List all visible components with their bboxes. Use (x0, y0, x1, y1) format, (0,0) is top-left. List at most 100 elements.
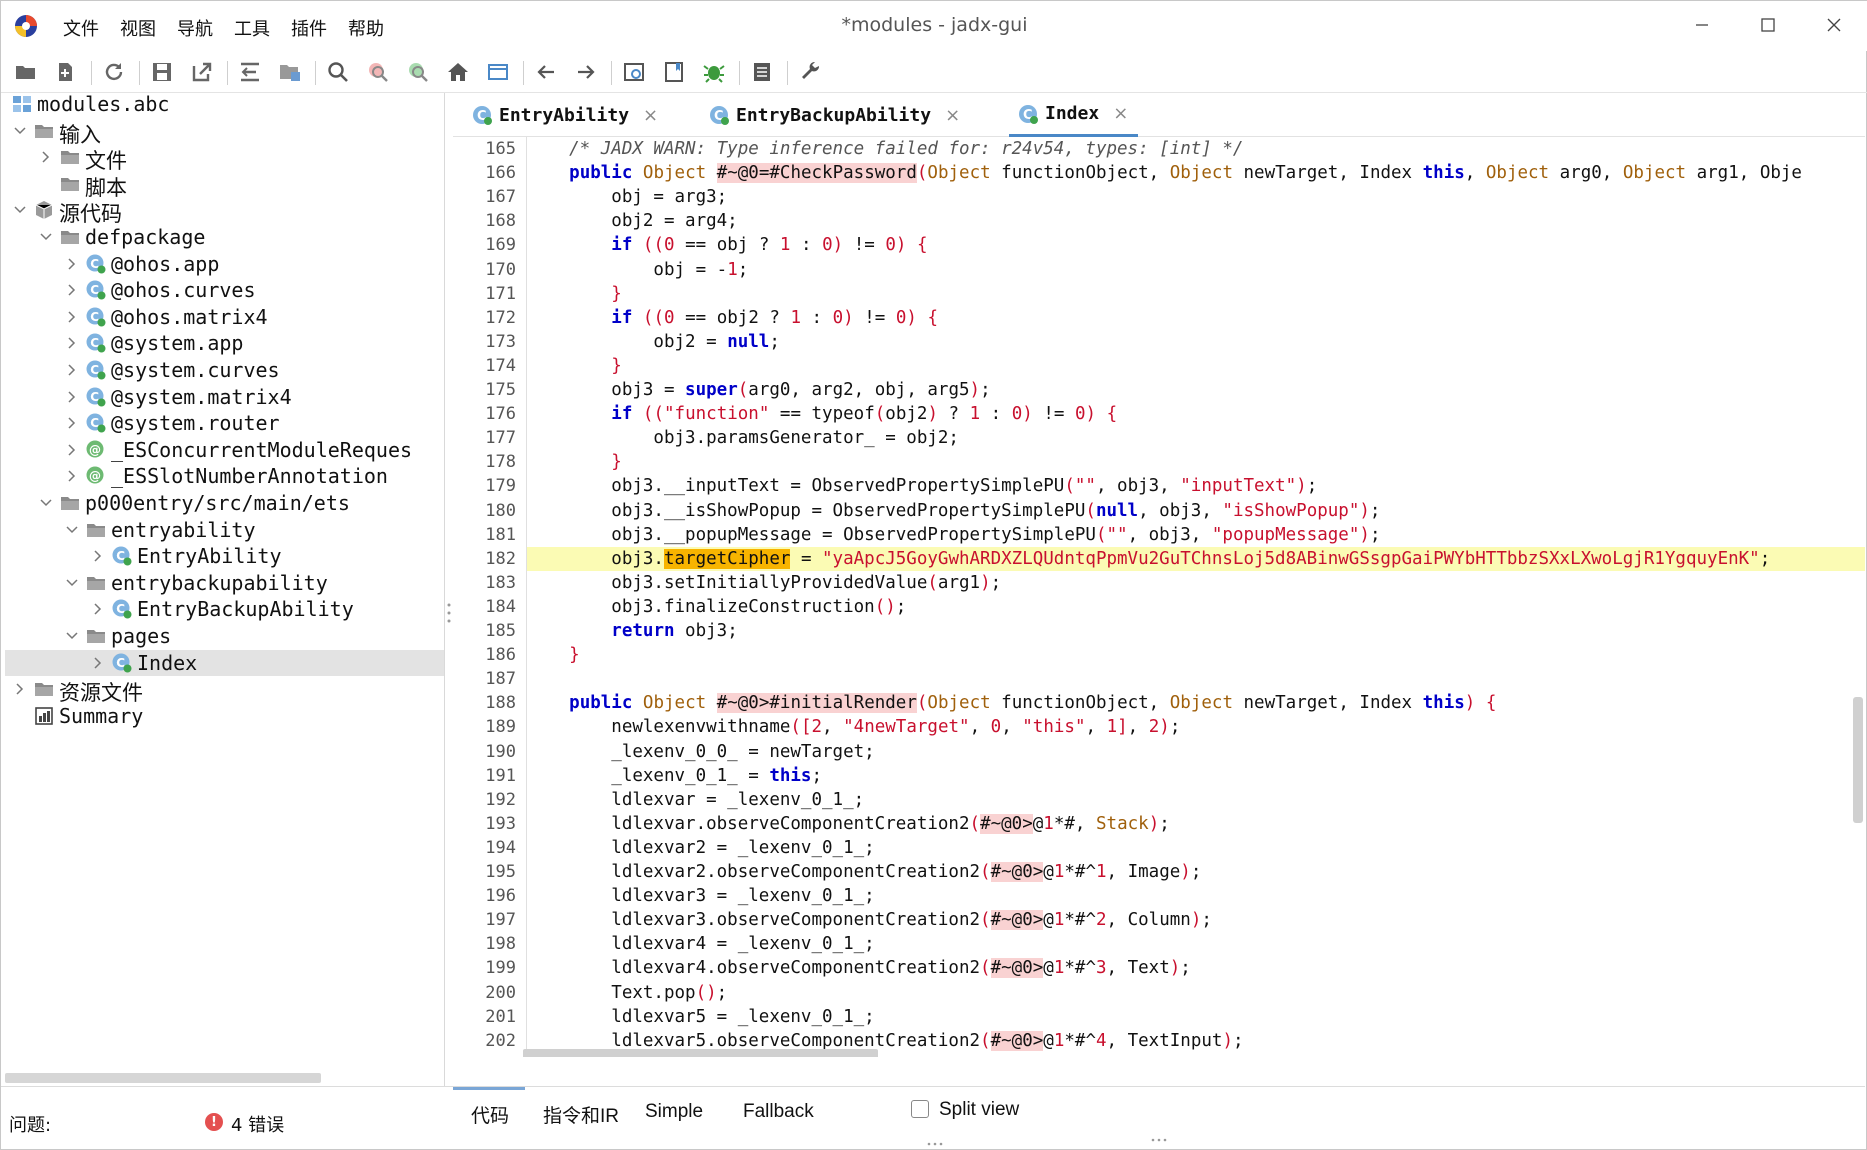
code-line[interactable]: ldlexvar3 = _lexenv_0_1_; (527, 884, 1865, 908)
close-window-button[interactable] (1809, 9, 1859, 41)
code-line[interactable]: obj3 = super(arg0, arg2, obj, arg5); (527, 378, 1865, 402)
tree-node[interactable]: C @system.matrix4 (5, 384, 444, 411)
tab-fallback[interactable]: Fallback (743, 1101, 814, 1123)
chevron-right-icon[interactable] (65, 363, 79, 377)
open-file-button[interactable] (11, 57, 41, 87)
tree-node[interactable]: 文件 (5, 144, 444, 173)
chevron-right-icon[interactable] (91, 656, 105, 670)
horizontal-scrollbar[interactable] (523, 1049, 878, 1057)
chevron-down-icon[interactable] (65, 576, 79, 590)
tree-horizontal-scrollbar[interactable] (5, 1073, 321, 1083)
forward-button[interactable] (571, 57, 601, 87)
tree-node[interactable]: Summary (5, 703, 444, 730)
chevron-down-icon[interactable] (39, 230, 53, 244)
tab-index[interactable]: C Index × (1009, 93, 1139, 137)
tab-entrybackupability[interactable]: C EntryBackupAbility × (708, 93, 960, 137)
tree-node[interactable]: 输入 (5, 118, 444, 147)
chevron-down-icon[interactable] (65, 629, 79, 643)
chevron-down-icon[interactable] (13, 124, 27, 138)
debugger-button[interactable] (699, 57, 729, 87)
error-count[interactable]: 4 错误 (231, 1111, 284, 1137)
chevron-down-icon[interactable] (39, 496, 53, 510)
code-line[interactable]: ldlexvar4.observeComponentCreation2(#~@0… (527, 956, 1865, 980)
code-line[interactable]: newlexenvwithname([2, "4newTarget", 0, "… (527, 715, 1865, 739)
reload-button[interactable] (99, 57, 129, 87)
chevron-right-icon[interactable] (91, 602, 105, 616)
code-line[interactable]: ldlexvar3.observeComponentCreation2(#~@0… (527, 908, 1865, 932)
code-area[interactable]: 165 166 167 168 169 170 171 172 173 174 175 176 177 1… (453, 137, 1865, 1057)
code-line[interactable]: obj3.setInitiallyProvidedValue(arg1); (527, 571, 1865, 595)
resize-grip-icon[interactable] (1149, 1137, 1169, 1143)
chevron-right-icon[interactable] (65, 336, 79, 350)
code-line[interactable]: if (("function" == typeof(obj2) ? 1 : 0)… (527, 402, 1865, 426)
tree-node[interactable]: 源代码 (5, 197, 444, 226)
code-line[interactable]: } (527, 643, 1865, 667)
code-line[interactable]: _lexenv_0_0_ = newTarget; (527, 740, 1865, 764)
code-line[interactable]: obj2 = null; (527, 330, 1865, 354)
code-line[interactable]: } (527, 282, 1865, 306)
chevron-right-icon[interactable] (65, 469, 79, 483)
code-line[interactable]: ldlexvar2 = _lexenv_0_1_; (527, 836, 1865, 860)
tab-entryability[interactable]: C EntryAbility × (471, 93, 658, 137)
tree-node[interactable]: defpackage (5, 224, 444, 251)
code-line[interactable]: obj2 = arg4; (527, 209, 1865, 233)
tree-node[interactable]: 资源文件 (5, 676, 444, 705)
log-viewer-button[interactable] (659, 57, 689, 87)
add-files-button[interactable] (51, 57, 81, 87)
quark-button[interactable] (619, 57, 649, 87)
tree-node[interactable]: 脚本 (5, 171, 444, 200)
chevron-right-icon[interactable] (13, 682, 27, 696)
code-line[interactable]: /* JADX WARN: Type inference failed for:… (527, 137, 1865, 161)
chevron-right-icon[interactable] (65, 310, 79, 324)
tree-node[interactable]: C @ohos.matrix4 (5, 304, 444, 331)
tree-node[interactable]: C EntryAbility (5, 543, 444, 570)
search-text-button[interactable] (323, 57, 353, 87)
code-lines[interactable]: /* JADX WARN: Type inference failed for:… (527, 137, 1865, 1057)
code-line[interactable]: _lexenv_0_1_ = this; (527, 764, 1865, 788)
search-usage-button[interactable] (403, 57, 433, 87)
chevron-right-icon[interactable] (65, 257, 79, 271)
chevron-right-icon[interactable] (91, 549, 105, 563)
code-line[interactable]: obj3.finalizeConstruction(); (527, 595, 1865, 619)
tab-close-icon[interactable]: × (945, 105, 960, 126)
code-line[interactable] (527, 667, 1865, 691)
maximize-button[interactable] (1743, 9, 1793, 41)
show-log-button[interactable] (747, 57, 777, 87)
code-line[interactable]: if ((0 == obj ? 1 : 0) != 0) { (527, 233, 1865, 257)
tree-node[interactable]: C EntryBackupAbility (5, 596, 444, 623)
export-button[interactable] (187, 57, 217, 87)
code-line[interactable]: ldlexvar = _lexenv_0_1_; (527, 788, 1865, 812)
code-line[interactable]: obj3.__isShowPopup = ObservedPropertySim… (527, 499, 1865, 523)
code-line[interactable]: ldlexvar4 = _lexenv_0_1_; (527, 932, 1865, 956)
chevron-right-icon[interactable] (65, 390, 79, 404)
code-line[interactable]: public Object #~@0>#initialRender(Object… (527, 691, 1865, 715)
chevron-right-icon[interactable] (65, 443, 79, 457)
code-line[interactable]: obj = -1; (527, 258, 1865, 282)
code-line[interactable]: obj3.paramsGenerator_ = obj2; (527, 426, 1865, 450)
code-line[interactable]: obj3.__inputText = ObservedPropertySimpl… (527, 474, 1865, 498)
chevron-down-icon[interactable] (13, 203, 27, 217)
chevron-right-icon[interactable] (65, 283, 79, 297)
flatten-packages-button[interactable] (275, 57, 305, 87)
sync-tree-button[interactable] (235, 57, 265, 87)
minimize-button[interactable] (1677, 9, 1727, 41)
tree-node[interactable]: @ _ESConcurrentModuleReques (5, 437, 444, 464)
vertical-scrollbar[interactable] (1853, 697, 1863, 823)
search-class-button[interactable] (363, 57, 393, 87)
code-line[interactable]: ldlexvar.observeComponentCreation2(#~@0>… (527, 812, 1865, 836)
code-line[interactable]: } (527, 450, 1865, 474)
code-line[interactable]: } (527, 354, 1865, 378)
code-line[interactable]: Text.pop(); (527, 981, 1865, 1005)
tab-close-icon[interactable]: × (1113, 103, 1128, 124)
tree-node[interactable]: C @system.curves (5, 357, 444, 384)
code-line[interactable]: obj = arg3; (527, 185, 1865, 209)
tree-node[interactable]: C @ohos.curves (5, 277, 444, 304)
home-button[interactable] (443, 57, 473, 87)
code-line[interactable]: ldlexvar2.observeComponentCreation2(#~@0… (527, 860, 1865, 884)
deobfuscation-button[interactable] (483, 57, 513, 87)
split-view-checkbox[interactable] (911, 1100, 929, 1118)
preferences-button[interactable] (795, 57, 825, 87)
back-button[interactable] (531, 57, 561, 87)
code-line[interactable]: obj3.__popupMessage = ObservedPropertySi… (527, 523, 1865, 547)
tree-node[interactable]: @ _ESSlotNumberAnnotation (5, 463, 444, 490)
